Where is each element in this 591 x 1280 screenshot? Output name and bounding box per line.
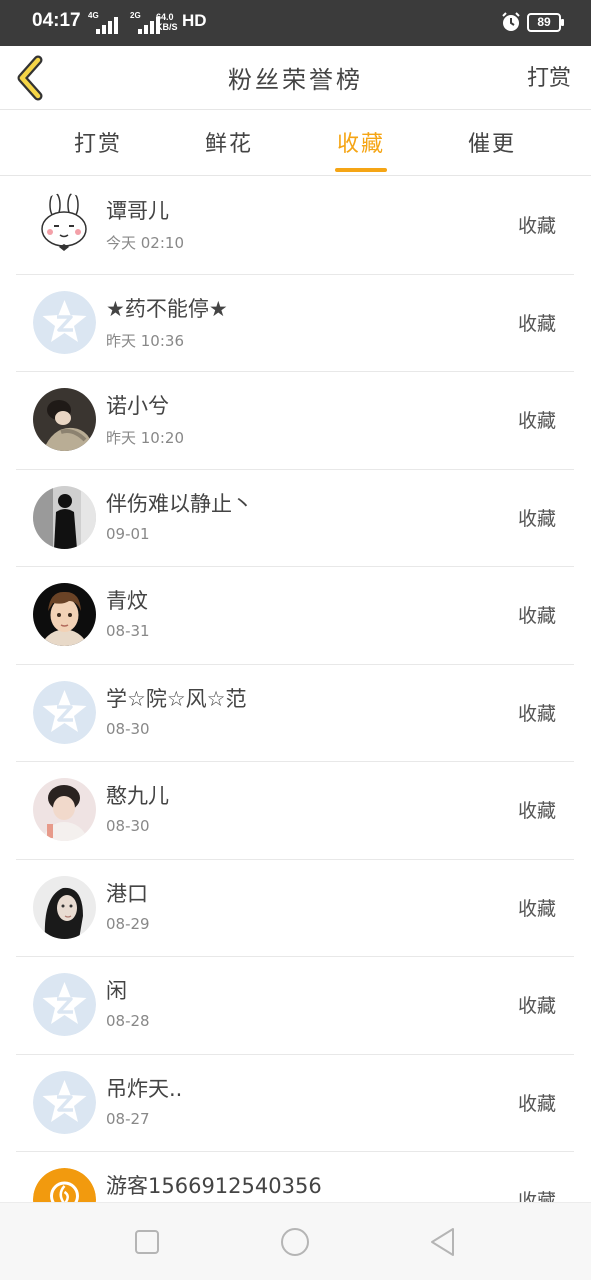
fan-name: 伴伤难以静止丶	[106, 491, 253, 516]
default-qq-avatar-icon	[33, 973, 96, 1036]
fan-name: ★药不能停★	[106, 296, 228, 321]
avatar[interactable]	[33, 680, 96, 744]
tab-bar: 打赏 鲜花 收藏 催更	[0, 110, 591, 176]
list-item[interactable]: 谭哥儿 今天 02:10 收藏	[16, 177, 574, 275]
avatar[interactable]	[33, 1168, 96, 1202]
fan-time: 09-01	[106, 524, 150, 543]
reward-button[interactable]: 打赏	[527, 60, 571, 92]
default-qq-avatar-icon	[33, 290, 96, 354]
avatar[interactable]	[33, 388, 96, 451]
silhouette-avatar-icon	[33, 485, 96, 549]
avatar[interactable]	[33, 778, 96, 841]
fan-name: 学☆院☆风☆范	[106, 686, 247, 711]
fan-time: 今天 02:10	[106, 234, 184, 252]
photo-avatar-icon	[33, 388, 96, 451]
home-icon[interactable]	[278, 1225, 312, 1259]
back-icon[interactable]	[426, 1225, 460, 1259]
fan-action: 收藏	[517, 897, 556, 920]
fan-name: 游客1566912540356	[106, 1174, 322, 1198]
rabbit-avatar-icon	[33, 193, 96, 256]
fan-action: 收藏	[517, 800, 556, 822]
list-item[interactable]: 伴伤难以静止丶 09-01 收藏	[16, 470, 574, 567]
fan-name: 谭哥儿	[106, 199, 169, 223]
fan-list: 谭哥儿 今天 02:10 收藏 ★药不能停★ 昨天 10:36 收藏 诺小兮 昨…	[0, 177, 591, 1202]
avatar[interactable]	[33, 485, 96, 549]
fan-action: 收藏	[517, 605, 556, 627]
battery-icon: 89	[527, 13, 564, 32]
tab-flowers[interactable]: 鲜花	[189, 126, 269, 158]
fan-name: 港口	[106, 881, 148, 906]
status-time: 04:17	[32, 10, 81, 31]
list-item[interactable]: 闲 08-28 收藏	[16, 957, 574, 1055]
photo-avatar-icon	[33, 778, 96, 841]
tab-favorites[interactable]: 收藏	[321, 126, 401, 172]
fan-time: 08-31	[106, 622, 150, 640]
default-qq-avatar-icon	[33, 1070, 96, 1134]
recent-apps-icon[interactable]	[130, 1225, 164, 1259]
fan-name: 诺小兮	[106, 394, 169, 418]
fan-time: 昨天 10:20	[106, 429, 184, 447]
list-item[interactable]: 吊炸天.. 08-27 收藏	[16, 1055, 574, 1152]
fan-name: 憨九儿	[106, 784, 169, 808]
alarm-icon	[502, 12, 520, 31]
orange-logo-avatar-icon	[33, 1168, 96, 1202]
avatar[interactable]	[33, 583, 96, 646]
hd-indicator: HD	[182, 11, 207, 30]
avatar[interactable]	[33, 193, 96, 256]
list-item[interactable]: 港口 08-29 收藏	[16, 860, 574, 957]
fan-time: 08-29	[106, 914, 150, 933]
active-tab-indicator	[335, 168, 387, 172]
list-item[interactable]: 诺小兮 昨天 10:20 收藏	[16, 372, 574, 470]
list-item[interactable]: 游客1566912540356 收藏	[16, 1152, 574, 1202]
signal-icon: 4G	[88, 11, 122, 34]
portrait-avatar-icon	[33, 875, 96, 939]
tab-urge-update[interactable]: 催更	[452, 126, 532, 158]
fan-name: 闲	[106, 979, 127, 1003]
fan-time: 08-28	[106, 1012, 150, 1030]
fan-time: 08-27	[106, 1109, 150, 1128]
fan-time: 08-30	[106, 719, 150, 738]
tab-reward[interactable]: 打赏	[58, 126, 138, 158]
avatar[interactable]	[33, 1070, 96, 1134]
fan-name: 吊炸天..	[106, 1076, 183, 1101]
fan-action: 收藏	[517, 1092, 556, 1115]
avatar[interactable]	[33, 875, 96, 939]
status-bar: 04:17 4G 2G 64.0 KB/S HD 89	[0, 0, 591, 46]
fan-time: 昨天 10:36	[106, 331, 184, 350]
net-speed: 64.0 KB/S	[156, 12, 178, 32]
anime-boy-avatar-icon	[33, 583, 96, 646]
fan-action: 收藏	[517, 702, 556, 725]
fan-time: 08-30	[106, 817, 150, 835]
list-item[interactable]: ★药不能停★ 昨天 10:36 收藏	[16, 275, 574, 372]
fan-action: 收藏	[517, 1190, 556, 1202]
header: 粉丝荣誉榜 打赏	[0, 46, 591, 110]
fan-action: 收藏	[517, 312, 556, 335]
fan-action: 收藏	[517, 215, 556, 237]
system-nav-bar	[0, 1202, 591, 1280]
fan-action: 收藏	[517, 995, 556, 1017]
avatar[interactable]	[33, 290, 96, 354]
fan-action: 收藏	[517, 507, 556, 530]
list-item[interactable]: 青炆 08-31 收藏	[16, 567, 574, 665]
default-qq-avatar-icon	[33, 680, 96, 744]
fan-name: 青炆	[106, 589, 148, 613]
list-item[interactable]: 学☆院☆风☆范 08-30 收藏	[16, 665, 574, 762]
avatar[interactable]	[33, 973, 96, 1036]
fan-action: 收藏	[517, 410, 556, 432]
list-item[interactable]: 憨九儿 08-30 收藏	[16, 762, 574, 860]
page-title: 粉丝荣誉榜	[228, 66, 363, 94]
